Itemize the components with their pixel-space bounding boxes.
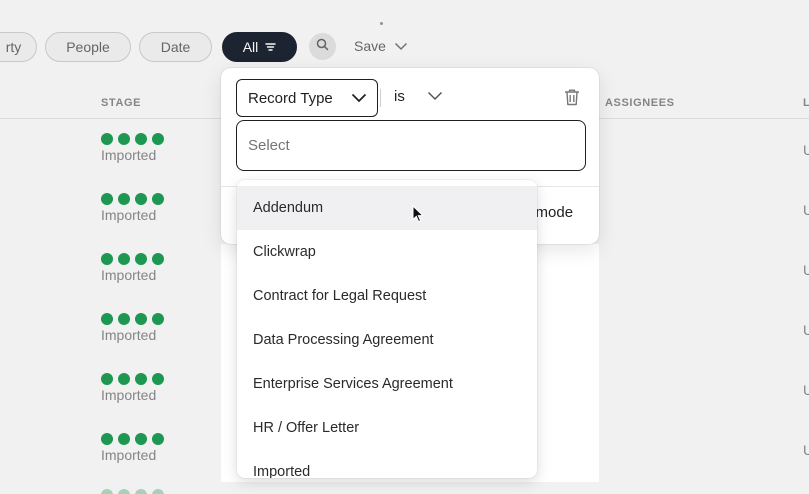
column-header-edge[interactable]: L [803,97,809,109]
mouse-cursor-icon [412,204,425,228]
table-row[interactable]: Imported [101,133,164,163]
stage-label: Imported [101,147,157,163]
table-row-partial [101,489,164,494]
chevron-down-icon [427,88,443,105]
field-select-value: Record Type [248,89,333,107]
filter-pill-label: People [66,39,110,55]
table-row[interactable]: Imported [101,193,164,223]
search-button[interactable] [309,33,336,60]
stage-label: Imported [101,207,157,223]
table-row[interactable]: Imported [101,313,164,343]
row-edge-text: U [803,262,809,278]
column-header-assignees[interactable]: ASSIGNEES [605,97,675,109]
delete-filter-button[interactable] [563,88,581,112]
dropdown-option[interactable]: Addendum [237,186,537,230]
trash-icon [563,89,581,111]
row-edge-text: U [803,442,809,458]
column-header-stage[interactable]: STAGE [101,97,141,109]
indicator-dot [380,22,383,25]
row-edge-text: U [803,202,809,218]
dropdown-option[interactable]: Data Processing Agreement [237,318,537,362]
chevron-down-icon [351,90,367,107]
row-edge-text: U [803,382,809,398]
filter-all-button[interactable]: All [222,32,297,62]
filter-pill-property[interactable]: rty [0,32,37,62]
dropdown-option[interactable]: Enterprise Services Agreement [237,362,537,406]
select-separator [380,89,381,107]
chevron-down-icon [394,38,408,54]
operator-select-value: is [394,88,405,105]
stage-label: Imported [101,387,157,403]
table-row[interactable]: Imported [101,253,164,283]
filter-pill-date[interactable]: Date [139,32,212,62]
row-edge-text: U [803,322,809,338]
stage-progress-dots [101,313,164,325]
save-label: Save [354,38,386,54]
stage-progress-dots [101,373,164,385]
search-icon [316,38,329,56]
stage-progress-dots [101,133,164,145]
value-dropdown: Addendum Clickwrap Contract for Legal Re… [237,180,537,478]
dropdown-option[interactable]: Imported [237,450,537,478]
dropdown-option[interactable]: Contract for Legal Request [237,274,537,318]
operator-select[interactable]: is [394,88,443,105]
stage-progress-dots [101,489,164,494]
table-row[interactable]: Imported [101,373,164,403]
dropdown-option[interactable]: Clickwrap [237,230,537,274]
stage-progress-dots [101,193,164,205]
filter-pill-people[interactable]: People [45,32,131,62]
table-row[interactable]: Imported [101,433,164,463]
stage-label: Imported [101,327,157,343]
filter-pill-label: Date [160,39,191,55]
stage-label: Imported [101,447,157,463]
field-select[interactable]: Record Type [236,79,378,117]
value-search-input[interactable] [236,120,586,171]
stage-label: Imported [101,267,157,283]
stage-progress-dots [101,433,164,445]
dropdown-option[interactable]: HR / Offer Letter [237,406,537,450]
filter-all-label: All [242,39,259,55]
stage-progress-dots [101,253,164,265]
save-button[interactable]: Save [354,38,408,54]
filter-pill-label: rty [5,39,22,55]
row-edge-text: U [803,142,809,158]
filter-lines-icon [265,39,276,55]
